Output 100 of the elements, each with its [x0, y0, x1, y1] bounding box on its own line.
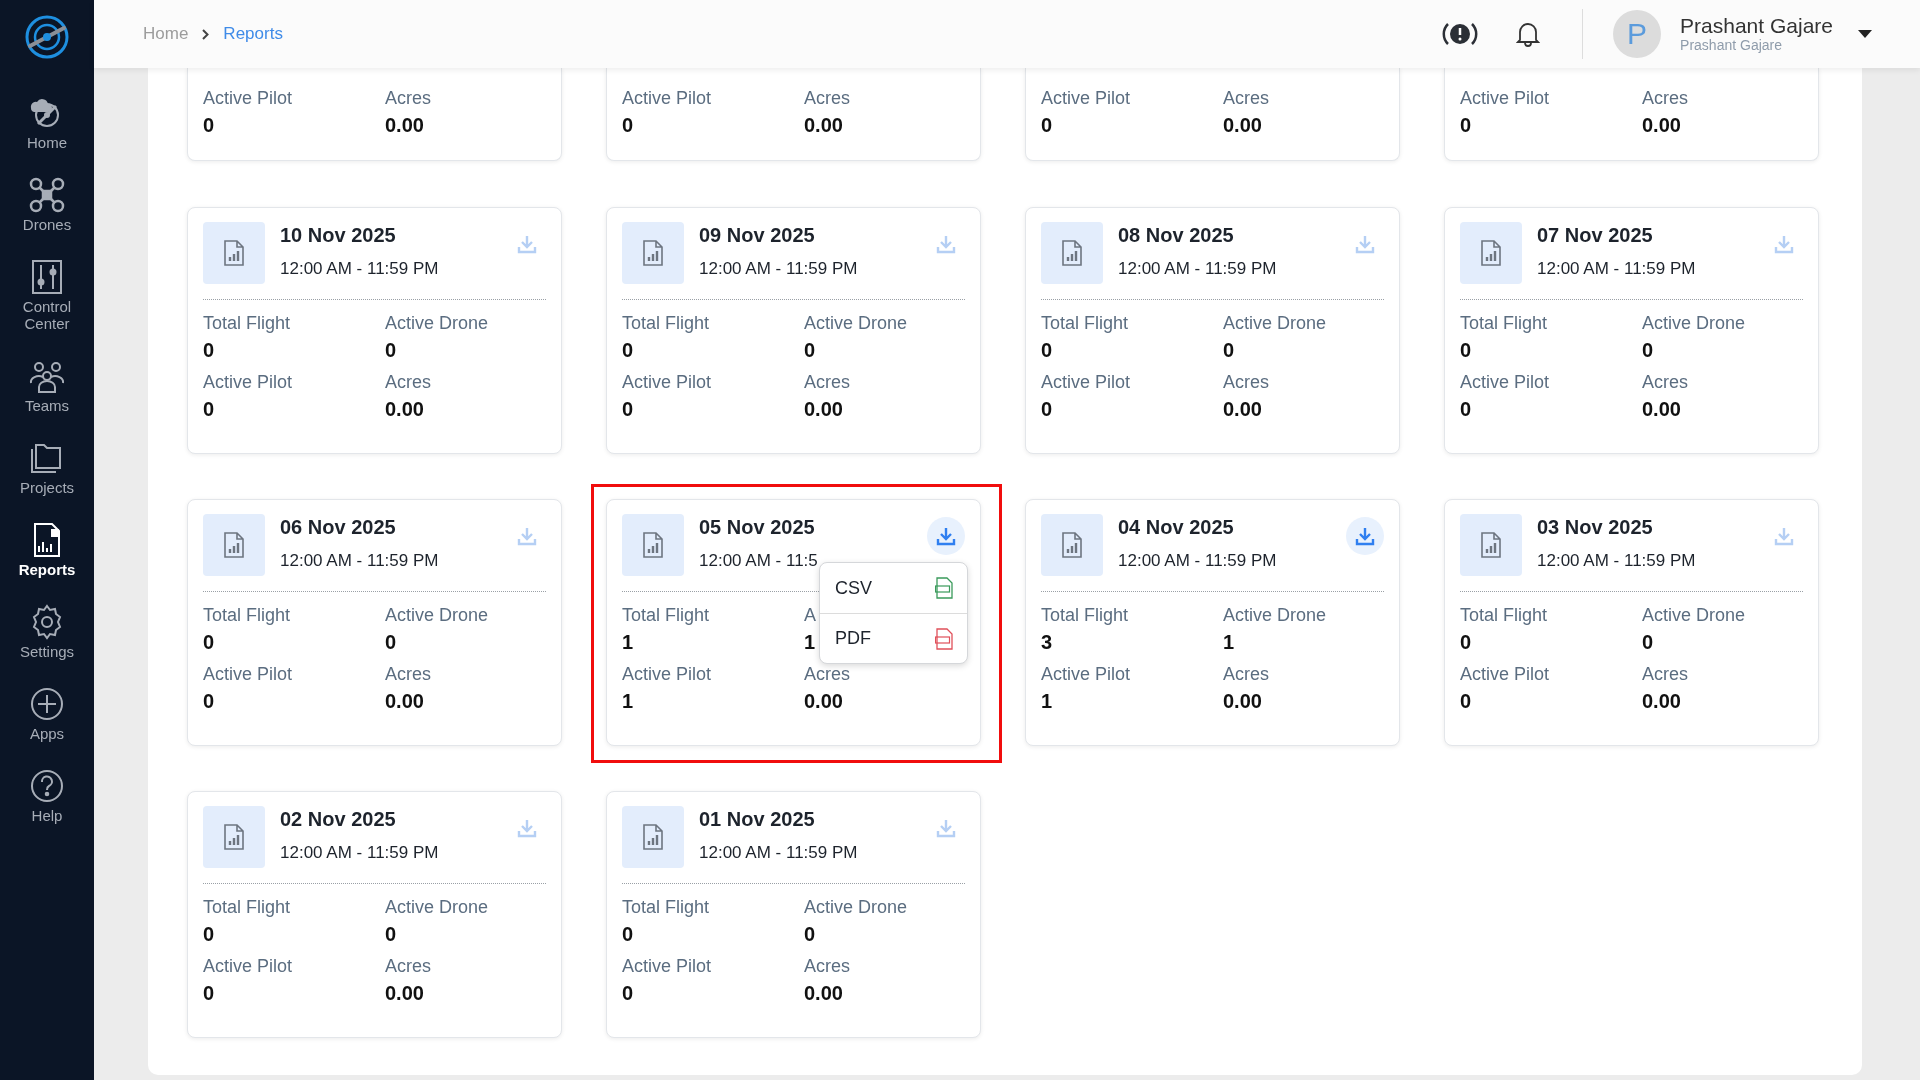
bell-icon[interactable] [1516, 21, 1541, 47]
stat-value: 0 [622, 114, 634, 137]
report-date: 03 Nov 2025 [1537, 516, 1654, 539]
download-icon [936, 818, 956, 838]
report-icon [203, 514, 265, 576]
export-option[interactable]: PDF [820, 613, 967, 663]
download-icon [936, 234, 956, 254]
sidebar-item[interactable]: Settings [0, 597, 94, 666]
sidebar-item[interactable]: Reports [0, 515, 94, 584]
stat-label: Acres [385, 88, 431, 109]
stat-value: 0 [1460, 398, 1472, 421]
report-time-range: 12:00 AM - 11:59 PM [1537, 259, 1696, 279]
sidebar-item[interactable]: Apps [0, 679, 94, 748]
report-date: 08 Nov 2025 [1118, 224, 1235, 247]
stat-label: Active Drone [1642, 313, 1746, 334]
user-name: Prashant Gajare [1680, 15, 1833, 37]
sidebar-item[interactable]: Control Center [0, 252, 94, 338]
stat-value: 0.00 [1223, 398, 1262, 421]
report-time-range: 12:00 AM - 11:59 PM [1118, 259, 1277, 279]
stat-label: Acres [1223, 88, 1269, 109]
download-button[interactable] [1346, 517, 1384, 555]
stat-label: Active Drone [385, 897, 489, 918]
report-date: 10 Nov 2025 [280, 224, 397, 247]
stat-value: 0.00 [385, 398, 424, 421]
pdf-file-icon [935, 627, 953, 650]
report-icon [1041, 222, 1103, 284]
sidebar-item[interactable]: Projects [0, 433, 94, 502]
stat-value: 1 [804, 631, 816, 654]
chevron-icon [202, 28, 210, 40]
report-date: 05 Nov 2025 [699, 516, 816, 539]
stat-value: 0 [1460, 690, 1472, 713]
stat-label: Active Drone [1223, 605, 1327, 626]
stat-value: 0.00 [804, 398, 843, 421]
stat-value: 0 [804, 923, 816, 946]
help-icon [28, 767, 66, 805]
stat-value: 0 [1041, 398, 1053, 421]
download-icon [1774, 526, 1794, 546]
stat-label: Active Pilot [1041, 372, 1131, 393]
drone-icon [28, 176, 66, 214]
stat-label: Acres [1642, 664, 1688, 685]
stat-value: 1 [622, 690, 634, 713]
download-button[interactable] [927, 517, 965, 555]
download-icon [517, 234, 537, 254]
user-subtitle: Prashant Gajare [1680, 37, 1784, 53]
stat-value: 0 [203, 339, 215, 362]
stat-label: Total Flight [1460, 605, 1548, 626]
stat-value: 0 [804, 339, 816, 362]
stat-label: Active Pilot [1460, 88, 1550, 109]
stat-label: Acres [804, 372, 850, 393]
stat-value: 0.00 [1642, 114, 1681, 137]
sidebar-item[interactable]: Drones [0, 170, 94, 239]
stat-label: Active Pilot [622, 664, 712, 685]
download-icon [936, 526, 956, 546]
stat-label: Active Pilot [622, 372, 712, 393]
stat-label: Active Pilot [1041, 88, 1131, 109]
stat-label: Active Pilot [622, 88, 712, 109]
report-icon [622, 806, 684, 868]
stat-value: 0 [1223, 339, 1235, 362]
stat-value: 0 [622, 923, 634, 946]
stat-label: Active Pilot [203, 664, 293, 685]
report-icon [203, 806, 265, 868]
sidebar-item[interactable]: Teams [0, 351, 94, 420]
caret-icon[interactable] [1858, 30, 1872, 38]
stat-value: 1 [1041, 690, 1053, 713]
stat-label: Active Pilot [203, 372, 293, 393]
export-option[interactable]: CSV [820, 563, 967, 613]
stat-label: Total Flight [1041, 605, 1129, 626]
stat-label: Acres [385, 956, 431, 977]
stat-label: A [804, 605, 816, 626]
report-time-range: 12:00 AM - 11:5 [699, 551, 818, 571]
stat-value: 0.00 [804, 982, 843, 1005]
sidebar-item[interactable]: Help [0, 761, 94, 830]
stat-label: Total Flight [203, 897, 291, 918]
stat-value: 0.00 [385, 982, 424, 1005]
stat-value: 0 [385, 923, 397, 946]
stat-label: Active Drone [1223, 313, 1327, 334]
stat-label: Total Flight [622, 313, 710, 334]
stat-value: 0 [203, 114, 215, 137]
stat-value: 0.00 [1223, 690, 1262, 713]
report-icon [203, 222, 265, 284]
stat-value: 1 [1223, 631, 1235, 654]
report-time-range: 12:00 AM - 11:59 PM [280, 551, 439, 571]
stat-label: Acres [385, 664, 431, 685]
stat-value: 0 [1642, 339, 1654, 362]
stat-label: Active Pilot [622, 956, 712, 977]
report-icon [622, 514, 684, 576]
report-date: 01 Nov 2025 [699, 808, 816, 831]
apps-icon [28, 685, 66, 723]
stat-label: Active Drone [804, 897, 908, 918]
stat-value: 3 [1041, 631, 1053, 654]
report-icon [1041, 514, 1103, 576]
stat-label: Acres [1223, 372, 1269, 393]
stat-value: 0 [203, 690, 215, 713]
report-date: 07 Nov 2025 [1537, 224, 1654, 247]
stat-label: Total Flight [203, 605, 291, 626]
stat-label: Active Drone [385, 313, 489, 334]
sidebar-item[interactable]: Home [0, 88, 94, 157]
stat-value: 0 [1460, 339, 1472, 362]
stat-label: Active Pilot [203, 956, 293, 977]
report-time-range: 12:00 AM - 11:59 PM [280, 843, 439, 863]
